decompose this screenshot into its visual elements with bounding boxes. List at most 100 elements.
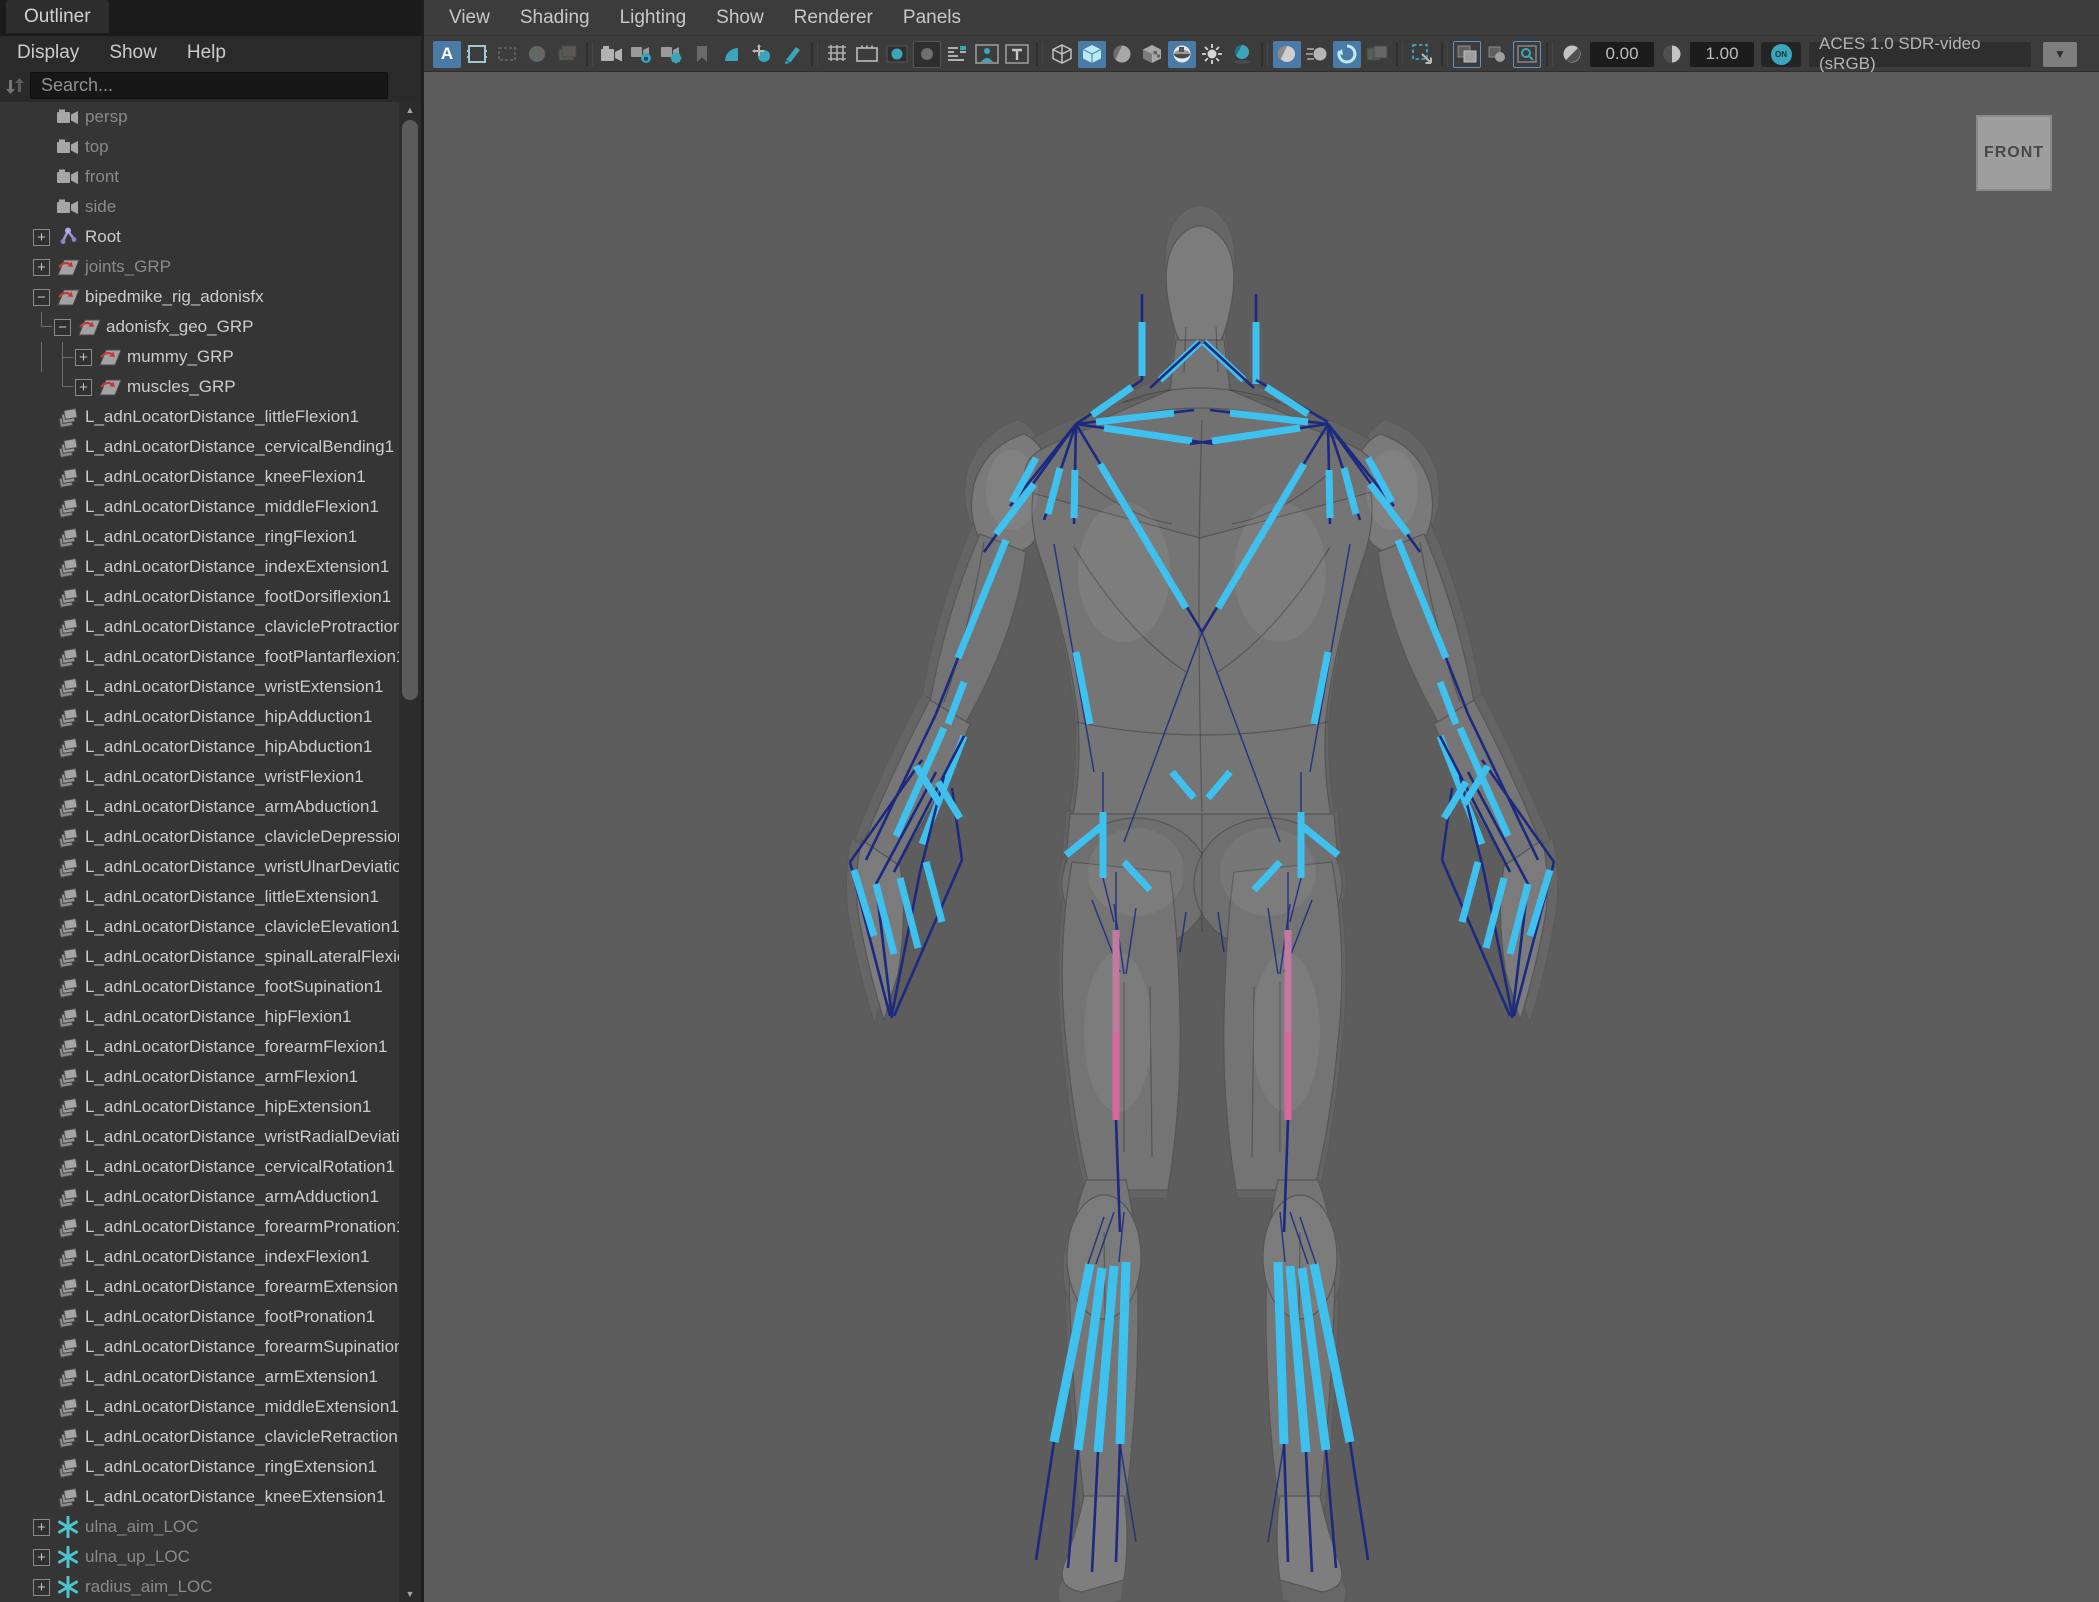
expand-toggle[interactable]: + xyxy=(75,348,92,366)
vp-menu-panels[interactable]: Panels xyxy=(888,7,976,29)
vp-menu-view[interactable]: View xyxy=(434,7,505,29)
tree-row[interactable]: L_adnLocatorDistance_clavicleProtraction… xyxy=(0,612,399,642)
resolution-gate-icon[interactable] xyxy=(883,41,911,68)
field-chart-icon[interactable] xyxy=(943,41,971,68)
vp-menu-show[interactable]: Show xyxy=(701,7,779,29)
camera-icon[interactable] xyxy=(598,41,626,68)
pan-zoom-icon[interactable] xyxy=(718,41,746,68)
tree-row[interactable]: + ulna_aim_LOC xyxy=(0,1512,399,1542)
tree-row[interactable]: L_adnLocatorDistance_spinalLateralFlexio… xyxy=(0,942,399,972)
tree-row[interactable]: L_adnLocatorDistance_armAbduction1 xyxy=(0,792,399,822)
tree-row[interactable]: L_adnLocatorDistance_forearmPronation1 xyxy=(0,1212,399,1242)
marquee-icon[interactable] xyxy=(493,41,521,68)
tree-row[interactable]: L_adnLocatorDistance_middleFlexion1 xyxy=(0,492,399,522)
vp-menu-shading[interactable]: Shading xyxy=(505,7,605,29)
tree-row[interactable]: L_adnLocatorDistance_armFlexion1 xyxy=(0,1062,399,1092)
viewport-3d-view[interactable]: FRONT xyxy=(424,72,2099,1602)
xray-icon[interactable] xyxy=(1453,40,1481,68)
tree-row[interactable]: L_adnLocatorDistance_forearmFlexion1 xyxy=(0,1032,399,1062)
color-space-expand-button[interactable]: ▼ xyxy=(2043,41,2077,67)
tree-row[interactable]: L_adnLocatorDistance_clavicleElevation1 xyxy=(0,912,399,942)
gate-mask-icon[interactable] xyxy=(913,40,941,68)
isolate-select-icon[interactable] xyxy=(1408,41,1436,68)
textured-shaded-icon[interactable] xyxy=(1168,40,1196,68)
tree-row[interactable]: − bipedmike_rig_adonisfx xyxy=(0,282,399,312)
tree-row[interactable]: L_adnLocatorDistance_hipAbduction1 xyxy=(0,732,399,762)
tree-row[interactable]: + joints_GRP xyxy=(0,252,399,282)
tree-row[interactable]: L_adnLocatorDistance_wristUlnarDeviation… xyxy=(0,852,399,882)
expand-toggle[interactable]: + xyxy=(33,1578,50,1596)
tree-row[interactable]: L_adnLocatorDistance_kneeExtension1 xyxy=(0,1482,399,1512)
wireframe-icon[interactable] xyxy=(1048,41,1076,68)
expand-toggle[interactable]: + xyxy=(33,258,50,276)
color-space-select[interactable]: ACES 1.0 SDR-video (sRGB) xyxy=(1809,34,2031,73)
tree-row[interactable]: L_adnLocatorDistance_hipAdduction1 xyxy=(0,702,399,732)
exposure-icon[interactable] xyxy=(1558,41,1586,68)
safe-title-icon[interactable] xyxy=(1003,41,1031,68)
grid-icon[interactable] xyxy=(823,41,851,68)
tree-row[interactable]: + radius_aim_LOC xyxy=(0,1572,399,1602)
exposure-field[interactable]: 0.00 xyxy=(1590,41,1654,67)
safe-action-icon[interactable] xyxy=(973,41,1001,68)
tree-row[interactable]: + muscles_GRP xyxy=(0,372,399,402)
tree-row[interactable]: L_adnLocatorDistance_footSupination1 xyxy=(0,972,399,1002)
tree-row[interactable]: L_adnLocatorDistance_littleExtension1 xyxy=(0,882,399,912)
camera-attributes-icon[interactable] xyxy=(658,41,686,68)
anti-aliasing-icon[interactable] xyxy=(1333,40,1361,68)
depth-of-field-icon[interactable] xyxy=(1363,41,1391,68)
filter-icon[interactable] xyxy=(0,73,30,99)
camera-lock-icon[interactable] xyxy=(628,41,656,68)
tree-row[interactable]: L_adnLocatorDistance_forearmSupination1 xyxy=(0,1332,399,1362)
gamma-field[interactable]: 1.00 xyxy=(1690,41,1754,67)
outliner-scrollbar[interactable]: ▲ ▼ xyxy=(399,102,421,1602)
tree-row[interactable]: L_adnLocatorDistance_footPlantarflexion1 xyxy=(0,642,399,672)
expand-toggle[interactable]: + xyxy=(33,1548,50,1566)
move-tool-icon[interactable] xyxy=(748,41,776,68)
tree-row[interactable]: L_adnLocatorDistance_indexExtension1 xyxy=(0,552,399,582)
tree-row[interactable]: persp xyxy=(0,102,399,132)
tree-row[interactable]: L_adnLocatorDistance_middleExtension11 xyxy=(0,1392,399,1422)
tree-row[interactable]: − adonisfx_geo_GRP xyxy=(0,312,399,342)
expand-toggle[interactable]: + xyxy=(33,1518,50,1536)
menu-help[interactable]: Help xyxy=(172,36,241,69)
tree-row[interactable]: L_adnLocatorDistance_cervicalRotation1 xyxy=(0,1152,399,1182)
textured-icon[interactable] xyxy=(1138,41,1166,68)
lights-icon[interactable] xyxy=(1198,41,1226,68)
tree-row[interactable]: L_adnLocatorDistance_littleFlexion1 xyxy=(0,402,399,432)
menu-show[interactable]: Show xyxy=(94,36,172,69)
scroll-up-arrow[interactable]: ▲ xyxy=(399,102,421,118)
xray-joints-icon[interactable] xyxy=(1483,41,1511,68)
tree-row[interactable]: L_adnLocatorDistance_hipFlexion1 xyxy=(0,1002,399,1032)
default-material-icon[interactable] xyxy=(1108,41,1136,68)
tree-row[interactable]: L_adnLocatorDistance_footDorsiflexion1 xyxy=(0,582,399,612)
menu-display[interactable]: Display xyxy=(2,36,94,69)
image-plane-icon[interactable] xyxy=(553,41,581,68)
tree-row[interactable]: L_adnLocatorDistance_armExtension1 xyxy=(0,1362,399,1392)
expand-toggle[interactable]: + xyxy=(33,228,50,246)
tree-row[interactable]: side xyxy=(0,192,399,222)
expand-toggle[interactable]: − xyxy=(54,318,71,336)
ssao-icon[interactable] xyxy=(1273,40,1301,68)
search-input[interactable] xyxy=(30,72,388,99)
color-wheel-icon[interactable] xyxy=(523,41,551,68)
tab-outliner[interactable]: Outliner xyxy=(6,0,109,33)
tree-row[interactable]: L_adnLocatorDistance_hipExtension1 xyxy=(0,1092,399,1122)
tree-row[interactable]: L_adnLocatorDistance_wristExtension1 xyxy=(0,672,399,702)
film-gate-icon[interactable] xyxy=(463,41,491,68)
grease-pencil-icon[interactable] xyxy=(778,41,806,68)
tree-row[interactable]: L_adnLocatorDistance_wristRadialDeviatio… xyxy=(0,1122,399,1152)
tree-row[interactable]: L_adnLocatorDistance_wristFlexion1 xyxy=(0,762,399,792)
zoom-region-icon[interactable] xyxy=(1513,40,1541,68)
tree-row[interactable]: + ulna_up_LOC xyxy=(0,1542,399,1572)
tree-row[interactable]: + mummy_GRP xyxy=(0,342,399,372)
vp-menu-lighting[interactable]: Lighting xyxy=(605,7,702,29)
tree-row[interactable]: L_adnLocatorDistance_footPronation1 xyxy=(0,1302,399,1332)
motion-blur-icon[interactable] xyxy=(1303,41,1331,68)
tree-row[interactable]: top xyxy=(0,132,399,162)
tree-row[interactable]: L_adnLocatorDistance_cervicalBending1 xyxy=(0,432,399,462)
expand-toggle[interactable]: + xyxy=(75,378,92,396)
scroll-thumb[interactable] xyxy=(402,120,418,700)
tree-row[interactable]: L_adnLocatorDistance_ringFlexion1 xyxy=(0,522,399,552)
vp-menu-renderer[interactable]: Renderer xyxy=(779,7,888,29)
letter-a-icon[interactable]: A xyxy=(433,40,461,68)
